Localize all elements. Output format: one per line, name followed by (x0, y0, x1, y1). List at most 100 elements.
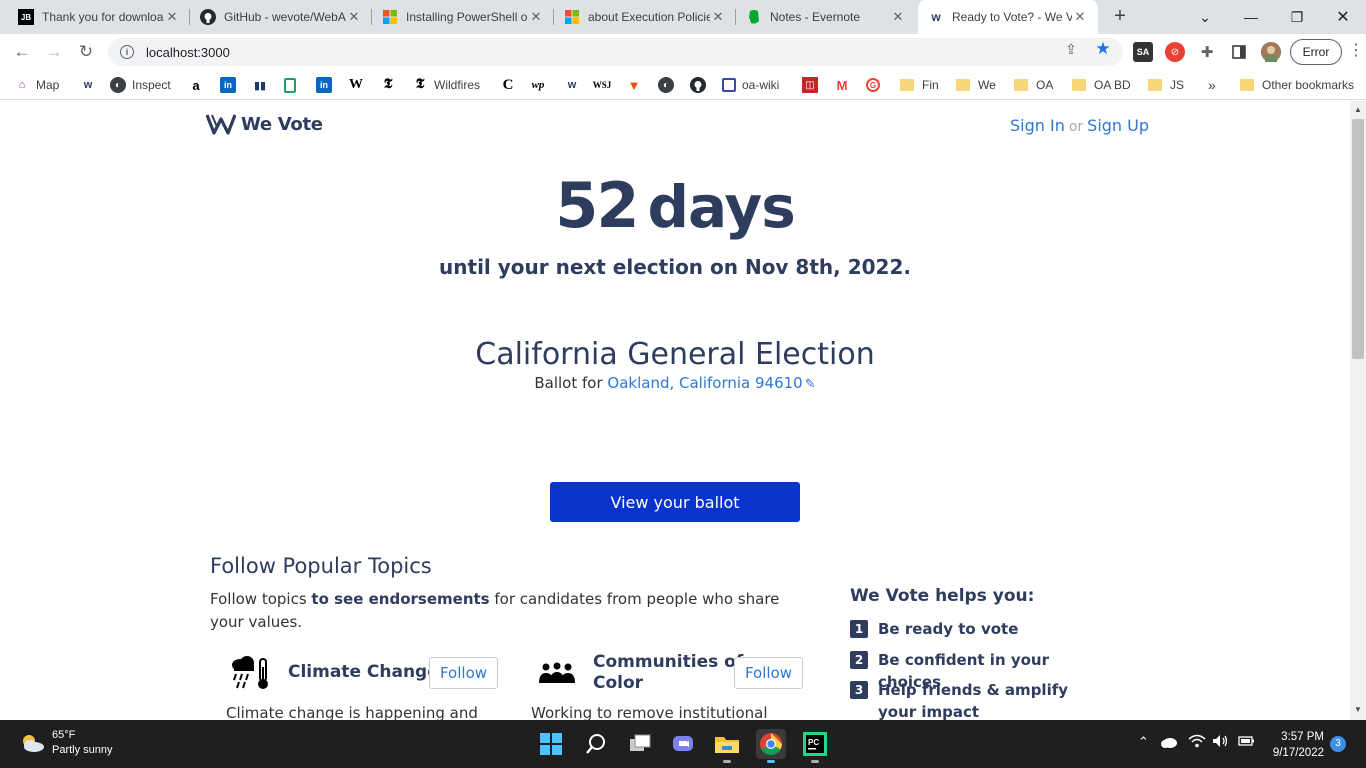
share-icon[interactable]: ⇪ (1062, 40, 1080, 58)
scrollbar-thumb[interactable] (1352, 119, 1364, 359)
ballot-location-link[interactable]: Oakland, California 94610 (607, 374, 802, 392)
bookmark-github[interactable] (690, 75, 712, 95)
or-separator: or (1068, 119, 1084, 135)
bookmark-wapo[interactable]: wp (530, 75, 552, 95)
wikipedia-icon: W (349, 77, 363, 92)
scroll-up-arrow-icon[interactable]: ▲ (1354, 105, 1362, 114)
bookmark-bars[interactable]: ▮▮ (252, 75, 274, 95)
search-icon[interactable] (581, 729, 611, 759)
bookmark-wsj[interactable]: WSJ (593, 75, 616, 95)
close-tab-icon[interactable]: ✕ (346, 9, 362, 25)
tab-search-icon[interactable]: ⌄ (1182, 0, 1228, 34)
page-scrollbar[interactable]: ▲ ▼ (1350, 101, 1366, 720)
file-explorer-icon[interactable] (712, 729, 742, 763)
follow-communities-of-color-button[interactable]: Follow (734, 657, 803, 689)
other-bookmarks[interactable]: Other bookmarks (1240, 75, 1354, 95)
weather-widget[interactable]: 65°F Partly sunny (18, 728, 113, 758)
bookmark-folder-oa[interactable]: OA (1014, 75, 1053, 95)
bars-icon: ▮▮ (253, 79, 267, 92)
close-tab-icon[interactable]: ✕ (710, 9, 726, 25)
sa-extension-icon[interactable]: SA (1133, 42, 1153, 62)
nyt-icon: 𝕿 (383, 77, 393, 92)
red-extension-icon[interactable]: ⊘ (1165, 42, 1185, 62)
help-item-text: Be ready to vote (878, 620, 1019, 638)
bookmark-red-square[interactable]: ◫ (802, 75, 824, 95)
profile-error-button[interactable]: Error (1290, 39, 1342, 65)
bookmark-oa-wiki[interactable]: oa-wiki (722, 75, 779, 95)
bookmark-linkedin-2[interactable]: in (316, 75, 338, 95)
bookmark-flag[interactable]: ▼ (626, 75, 648, 95)
bookmark-folder-we[interactable]: We (956, 75, 996, 95)
system-clock[interactable]: 3:57 PM 9/17/2022 (1268, 729, 1324, 761)
minimize-button[interactable]: — (1228, 0, 1274, 34)
sign-up-link[interactable]: Sign Up (1087, 116, 1149, 135)
side-panel-icon[interactable] (1229, 42, 1249, 62)
tab-powershell[interactable]: Installing PowerShell on Windows ✕ (372, 0, 554, 34)
topic-description: Climate change is happening and (226, 704, 478, 720)
forward-button[interactable]: → (40, 38, 68, 66)
tab-jetbrains[interactable]: JB Thank you for downloading ✕ (8, 0, 190, 34)
bookmark-gmail[interactable]: M (834, 75, 856, 95)
close-tab-icon[interactable]: ✕ (164, 9, 180, 25)
tab-strip: JB Thank you for downloading ✕ GitHub - … (0, 0, 1366, 34)
onedrive-cloud-icon[interactable] (1160, 736, 1178, 751)
edit-pencil-icon[interactable]: ✎ (805, 377, 816, 392)
site-info-icon[interactable]: i (120, 45, 134, 59)
close-window-button[interactable]: ✕ (1320, 0, 1366, 34)
bookmark-folder-js[interactable]: JS (1148, 75, 1184, 95)
tab-github[interactable]: GitHub - wevote/WebApp ✕ (190, 0, 372, 34)
scroll-down-arrow-icon[interactable]: ▼ (1354, 705, 1362, 714)
notification-count-badge[interactable]: 3 (1330, 736, 1346, 752)
weather-description: Partly sunny (52, 744, 113, 756)
bookmark-globe[interactable]: ◐ (658, 75, 680, 95)
task-view-icon[interactable] (625, 729, 655, 759)
bookmark-linkedin[interactable]: in (220, 75, 242, 95)
tab-we-vote[interactable]: w Ready to Vote? - We Vote ✕ (918, 0, 1098, 34)
bookmark-wikipedia[interactable]: W (348, 75, 370, 95)
bookmark-inspect[interactable]: ◐ Inspect (110, 75, 171, 95)
we-vote-logo[interactable]: We Vote (206, 113, 323, 135)
bookmark-wildfires[interactable]: 𝕿 Wildfires (412, 75, 480, 95)
close-tab-icon[interactable]: ✕ (890, 9, 906, 25)
new-tab-button[interactable]: + (1108, 5, 1132, 29)
restore-button[interactable]: ❐ (1274, 0, 1320, 34)
battery-icon[interactable] (1238, 734, 1256, 751)
bookmark-folder-oa-bd[interactable]: OA BD (1072, 75, 1131, 95)
bookmark-wevote[interactable]: w (80, 75, 102, 95)
bookmark-green-doc[interactable] (284, 75, 302, 95)
wevote-icon: w (83, 79, 93, 91)
grammarly-icon: G (866, 78, 880, 92)
wifi-icon[interactable] (1188, 734, 1206, 751)
view-ballot-button[interactable]: View your ballot (550, 482, 800, 522)
address-bar[interactable]: i localhost:3000 (108, 38, 1123, 66)
browser-menu-icon[interactable]: ⋮ (1348, 42, 1364, 62)
reload-button[interactable]: ↻ (72, 38, 100, 66)
back-button[interactable]: ← (8, 38, 36, 66)
bookmark-star-icon[interactable]: ★ (1094, 39, 1112, 58)
show-hidden-icons-chevron-icon[interactable]: ⌃ (1138, 734, 1149, 750)
bookmark-wevote-2[interactable]: w (564, 75, 586, 95)
bookmark-folder-fin[interactable]: Fin (900, 75, 939, 95)
pycharm-icon[interactable]: PC (800, 729, 830, 763)
bookmark-nyt[interactable]: 𝕿 (380, 75, 402, 95)
topic-description: Working to remove institutional (531, 704, 768, 720)
globe-icon: ◐ (110, 77, 126, 93)
step-number-badge: 1 (850, 620, 868, 638)
bookmark-amazon[interactable]: a (188, 75, 210, 95)
close-tab-icon[interactable]: ✕ (528, 9, 544, 25)
follow-climate-change-button[interactable]: Follow (429, 657, 498, 689)
sign-in-link[interactable]: Sign In (1010, 116, 1065, 135)
bookmark-map[interactable]: ⌂ Map (14, 75, 60, 95)
start-button[interactable] (536, 729, 566, 759)
extensions-puzzle-icon[interactable]: ✚ (1197, 42, 1217, 62)
close-tab-icon[interactable]: ✕ (1072, 9, 1088, 25)
profile-avatar[interactable] (1261, 42, 1281, 62)
volume-icon[interactable] (1212, 734, 1230, 751)
tab-evernote[interactable]: Notes - Evernote ✕ (736, 0, 916, 34)
teams-chat-icon[interactable] (668, 729, 698, 759)
bookmark-c[interactable]: C (500, 75, 522, 95)
more-bookmarks-button[interactable]: » (1208, 75, 1216, 95)
chrome-icon[interactable] (756, 729, 786, 763)
tab-execution-policies[interactable]: about Execution Policies ✕ (554, 0, 736, 34)
bookmark-grammarly[interactable]: G (866, 75, 886, 95)
